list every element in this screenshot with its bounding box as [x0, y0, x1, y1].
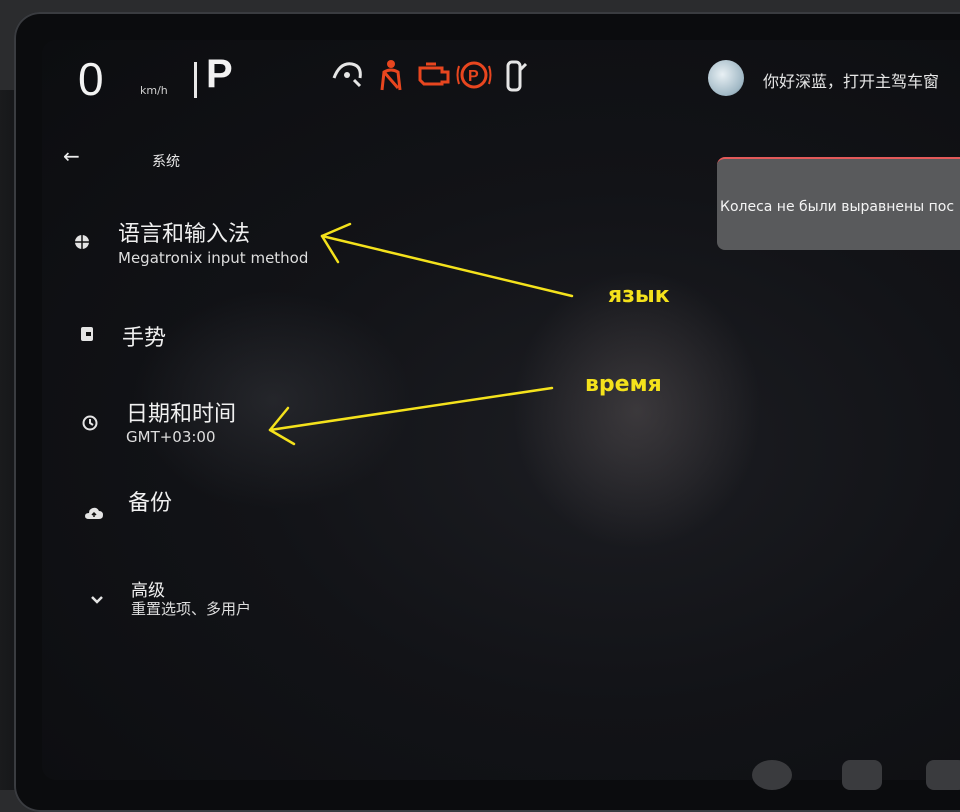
- front-defrost-icon[interactable]: [842, 760, 882, 790]
- annotation-language-label: язык: [608, 283, 670, 308]
- rear-defrost-icon[interactable]: [926, 760, 960, 790]
- annotation-time-label: время: [585, 372, 662, 397]
- dock-app-icon[interactable]: [752, 760, 792, 790]
- annotation-arrows: [268, 222, 574, 446]
